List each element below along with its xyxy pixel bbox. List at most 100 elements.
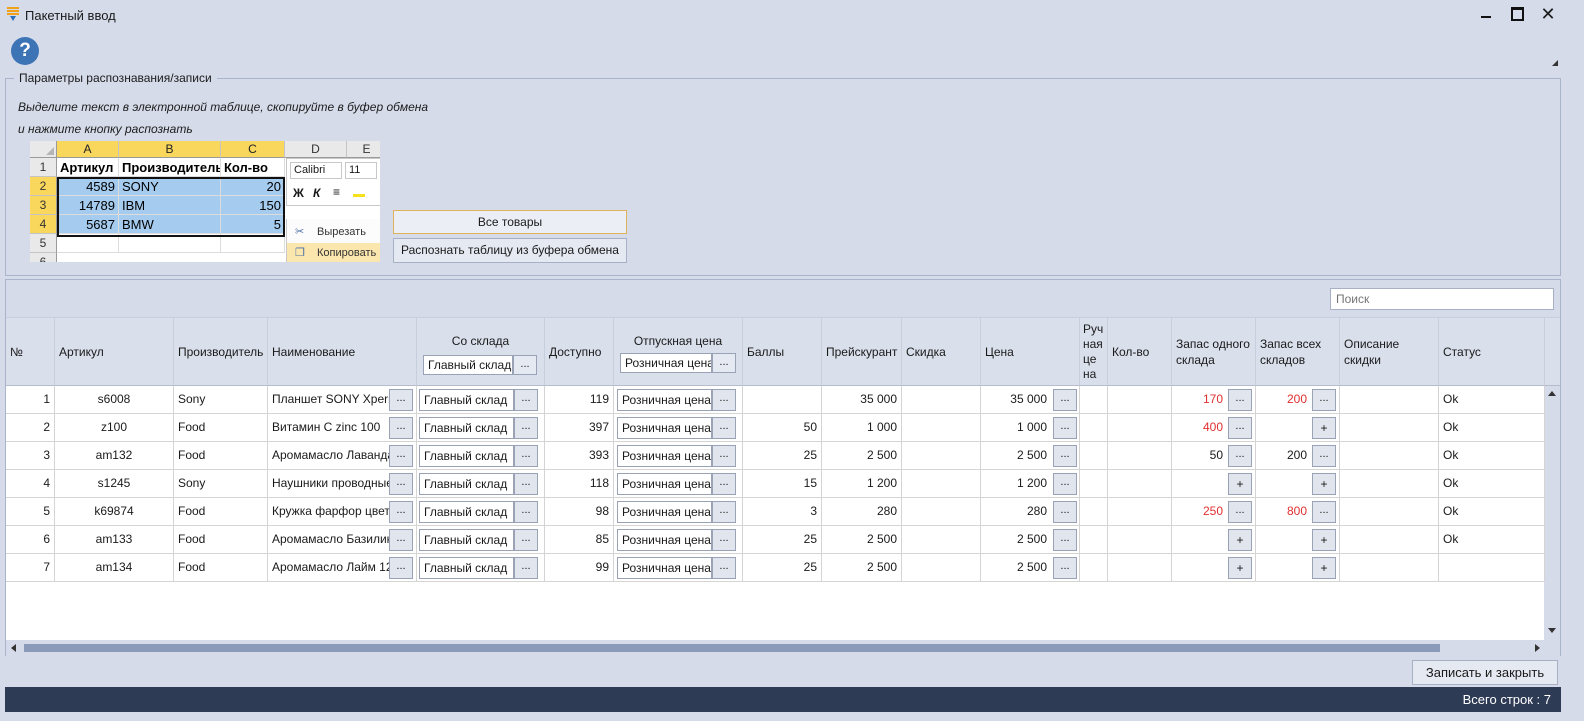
- cell-warehouse[interactable]: Главный склад...: [417, 498, 545, 526]
- cell-maker[interactable]: Food: [174, 414, 268, 442]
- column-header-pricelist[interactable]: Прейскурант: [822, 317, 902, 386]
- cell-pricelist[interactable]: 2 500: [822, 442, 902, 470]
- cell-qty[interactable]: [1108, 470, 1172, 498]
- cell-status[interactable]: Ok: [1439, 470, 1545, 498]
- cell-available[interactable]: 85: [545, 526, 614, 554]
- cell-article[interactable]: z100: [55, 414, 174, 442]
- cell-stock-one-ellipsis-button[interactable]: ...: [1228, 389, 1252, 411]
- column-header-discount[interactable]: Скидка: [902, 317, 981, 386]
- cell-status[interactable]: Ok: [1439, 442, 1545, 470]
- cell-price-type-select[interactable]: Розничная цена: [617, 501, 712, 523]
- cell-num[interactable]: 2: [6, 414, 55, 442]
- cell-warehouse[interactable]: Главный склад...: [417, 526, 545, 554]
- cell-price-type[interactable]: Розничная цена...: [614, 498, 743, 526]
- cell-stock-all-ellipsis-button[interactable]: ...: [1312, 389, 1336, 411]
- cell-status[interactable]: Ok: [1439, 526, 1545, 554]
- cell-warehouse[interactable]: Главный склад...: [417, 470, 545, 498]
- cell-price-type-ellipsis-button[interactable]: ...: [712, 529, 736, 551]
- cell-available[interactable]: 98: [545, 498, 614, 526]
- minimize-icon[interactable]: [1474, 3, 1498, 25]
- cell-stock-one[interactable]: 250...: [1172, 498, 1256, 526]
- cell-maker[interactable]: Sony: [174, 386, 268, 414]
- cell-price-ellipsis-button[interactable]: ...: [1053, 445, 1077, 467]
- table-row[interactable]: 2 z100 Food Витамин C zinc 100... Главный ск…: [6, 414, 1545, 442]
- cell-article[interactable]: am132: [55, 442, 174, 470]
- cell-discount[interactable]: [902, 414, 981, 442]
- cell-price-type-select[interactable]: Розничная цена: [617, 417, 712, 439]
- column-header-article[interactable]: Артикул: [55, 317, 174, 386]
- column-header-sale-price[interactable]: Отпускная цена Розничная цена ...: [614, 317, 743, 386]
- cell-stock-all[interactable]: +: [1256, 414, 1340, 442]
- column-header-manual-price[interactable]: Руч ная це на: [1080, 317, 1108, 386]
- cell-discount-desc[interactable]: [1340, 498, 1439, 526]
- cell-price-type-select[interactable]: Розничная цена: [617, 557, 712, 579]
- cell-price-type[interactable]: Розничная цена...: [614, 554, 743, 582]
- cell-name[interactable]: Кружка фарфор цвети...: [268, 498, 417, 526]
- maximize-icon[interactable]: [1505, 3, 1529, 25]
- cell-stock-all-add-button[interactable]: +: [1312, 473, 1336, 495]
- cell-stock-all[interactable]: 200...: [1256, 386, 1340, 414]
- cell-warehouse-ellipsis-button[interactable]: ...: [514, 529, 538, 551]
- cell-qty[interactable]: [1108, 414, 1172, 442]
- cell-stock-one[interactable]: +: [1172, 470, 1256, 498]
- cell-pricelist[interactable]: 1 000: [822, 414, 902, 442]
- cell-qty[interactable]: [1108, 386, 1172, 414]
- cell-name[interactable]: Наушники проводные...: [268, 470, 417, 498]
- cell-points[interactable]: 3: [743, 498, 822, 526]
- cell-manual-price[interactable]: [1080, 498, 1108, 526]
- cell-stock-all[interactable]: +: [1256, 526, 1340, 554]
- cell-qty[interactable]: [1108, 498, 1172, 526]
- cell-available[interactable]: 99: [545, 554, 614, 582]
- scroll-thumb[interactable]: [24, 644, 1440, 652]
- cell-qty[interactable]: [1108, 526, 1172, 554]
- cell-discount[interactable]: [902, 498, 981, 526]
- table-row[interactable]: 6 am133 Food Аромамасло Базилик... Главный с…: [6, 526, 1545, 554]
- scroll-down-icon[interactable]: [1548, 628, 1556, 633]
- column-header-discount-desc[interactable]: Описание скидки: [1340, 317, 1439, 386]
- cell-warehouse-select[interactable]: Главный склад: [419, 389, 514, 411]
- cell-name-ellipsis-button[interactable]: ...: [389, 445, 413, 467]
- cell-points[interactable]: [743, 386, 822, 414]
- cell-manual-price[interactable]: [1080, 414, 1108, 442]
- cell-price-type-ellipsis-button[interactable]: ...: [712, 445, 736, 467]
- cell-price-type[interactable]: Розничная цена...: [614, 442, 743, 470]
- column-header-name[interactable]: Наименование: [268, 317, 417, 386]
- cell-price-type-select[interactable]: Розничная цена: [617, 445, 712, 467]
- cell-available[interactable]: 119: [545, 386, 614, 414]
- cell-num[interactable]: 4: [6, 470, 55, 498]
- cell-status[interactable]: [1439, 554, 1545, 582]
- column-header-status[interactable]: Статус: [1439, 317, 1545, 386]
- cell-manual-price[interactable]: [1080, 554, 1108, 582]
- warehouse-default-ellipsis-button[interactable]: ...: [513, 355, 537, 375]
- cell-discount-desc[interactable]: [1340, 442, 1439, 470]
- cell-price-type-select[interactable]: Розничная цена: [617, 389, 712, 411]
- table-row[interactable]: 7 am134 Food Аромамасло Лайм 12... Главный с…: [6, 554, 1545, 582]
- cell-name-ellipsis-button[interactable]: ...: [389, 529, 413, 551]
- cell-status[interactable]: Ok: [1439, 414, 1545, 442]
- column-header-num[interactable]: №: [6, 317, 55, 386]
- cell-points[interactable]: 50: [743, 414, 822, 442]
- cell-warehouse-select[interactable]: Главный склад: [419, 445, 514, 467]
- cell-num[interactable]: 6: [6, 526, 55, 554]
- cell-price-ellipsis-button[interactable]: ...: [1053, 473, 1077, 495]
- cell-stock-all-add-button[interactable]: +: [1312, 417, 1336, 439]
- cell-manual-price[interactable]: [1080, 442, 1108, 470]
- column-header-price[interactable]: Цена: [981, 317, 1080, 386]
- cell-name[interactable]: Аромамасло Лаванда...: [268, 442, 417, 470]
- cell-points[interactable]: 25: [743, 554, 822, 582]
- cell-name[interactable]: Аромамасло Лайм 12...: [268, 554, 417, 582]
- cell-price-type-ellipsis-button[interactable]: ...: [712, 389, 736, 411]
- horizontal-scrollbar[interactable]: [6, 640, 1560, 656]
- cell-available[interactable]: 393: [545, 442, 614, 470]
- table-row[interactable]: 1 s6008 Sony Планшет SONY Xperia... Главный …: [6, 386, 1545, 414]
- cell-price-ellipsis-button[interactable]: ...: [1053, 501, 1077, 523]
- cell-stock-one-ellipsis-button[interactable]: ...: [1228, 501, 1252, 523]
- cell-price-type-select[interactable]: Розничная цена: [617, 529, 712, 551]
- cell-num[interactable]: 3: [6, 442, 55, 470]
- column-header-available[interactable]: Доступно: [545, 317, 614, 386]
- cell-warehouse[interactable]: Главный склад...: [417, 442, 545, 470]
- cell-stock-all[interactable]: 200...: [1256, 442, 1340, 470]
- scroll-right-icon[interactable]: [1535, 644, 1540, 652]
- column-header-stock-all[interactable]: Запас всех складов: [1256, 317, 1340, 386]
- cell-discount[interactable]: [902, 386, 981, 414]
